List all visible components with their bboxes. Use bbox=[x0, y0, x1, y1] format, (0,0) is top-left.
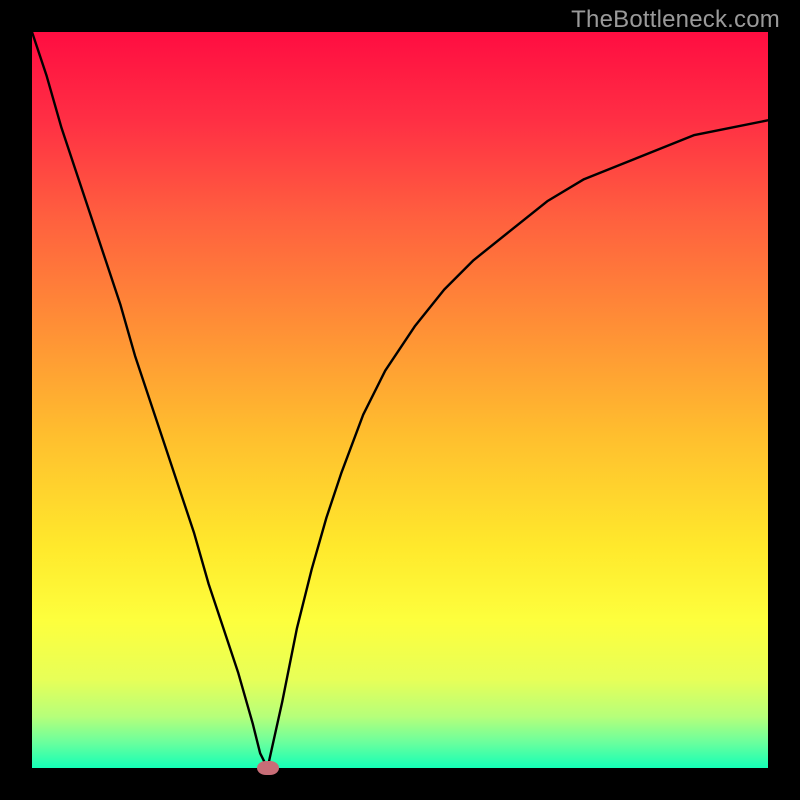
watermark-text: TheBottleneck.com bbox=[571, 6, 780, 34]
plot-frame bbox=[32, 32, 768, 768]
optimum-marker bbox=[257, 761, 279, 775]
bottleneck-curve bbox=[32, 32, 768, 768]
chart-canvas: TheBottleneck.com bbox=[0, 0, 800, 800]
